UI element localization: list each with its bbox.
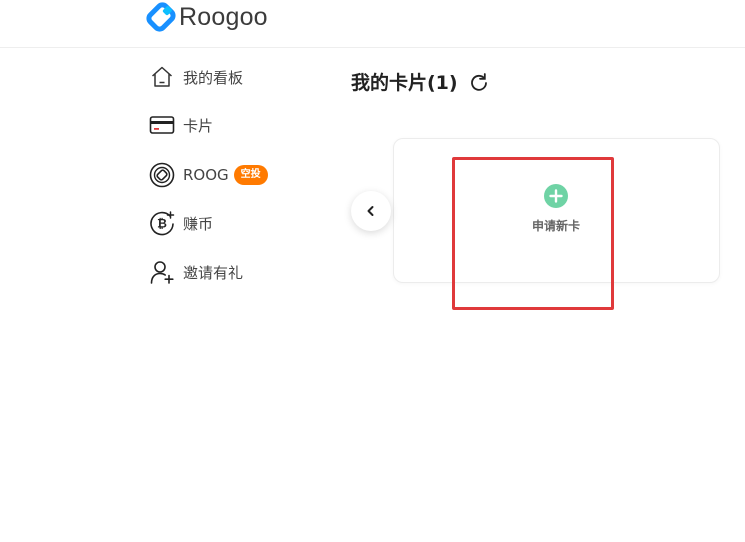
sidebar-item-invite[interactable]: 邀请有礼 xyxy=(148,257,243,287)
brand-name: Roogoo xyxy=(179,2,268,31)
carousel-prev-button[interactable] xyxy=(351,191,391,231)
apply-new-card-label: 申请新卡 xyxy=(531,219,580,233)
page-title: 我的卡片(1) xyxy=(351,68,490,95)
chevron-left-icon xyxy=(366,202,376,221)
sidebar-item-earn[interactable]: ₿ 赚币 xyxy=(148,208,213,238)
card-icon xyxy=(148,111,176,139)
refresh-icon[interactable] xyxy=(468,71,490,93)
apply-new-card-button[interactable]: 申请新卡 xyxy=(496,180,616,250)
home-icon xyxy=(148,63,176,91)
sidebar-item-label: 卡片 xyxy=(183,116,214,135)
airdrop-badge: 空投 xyxy=(233,165,268,185)
roogoo-logo-icon xyxy=(146,2,176,32)
sidebar-item-roog[interactable]: ROOG 空投 xyxy=(148,160,268,190)
svg-text:₿: ₿ xyxy=(157,217,167,231)
roog-coin-icon xyxy=(148,161,176,189)
sidebar-item-dashboard[interactable]: 我的看板 xyxy=(148,62,243,92)
sidebar-item-label: 邀请有礼 xyxy=(183,263,244,282)
sidebar-item-label: 赚币 xyxy=(183,214,214,233)
roogoo-logo[interactable]: Roogoo xyxy=(145,0,268,34)
page-title-text: 我的卡片(1) xyxy=(351,72,458,94)
sidebar-item-cards[interactable]: 卡片 xyxy=(148,110,213,140)
invite-user-icon xyxy=(148,258,176,286)
bitcoin-icon: ₿ xyxy=(148,209,176,237)
plus-circle-icon xyxy=(544,184,568,208)
sidebar-item-label: ROOG xyxy=(183,166,229,184)
sidebar-item-label: 我的看板 xyxy=(183,68,244,87)
top-bar: Roogoo xyxy=(0,0,745,48)
